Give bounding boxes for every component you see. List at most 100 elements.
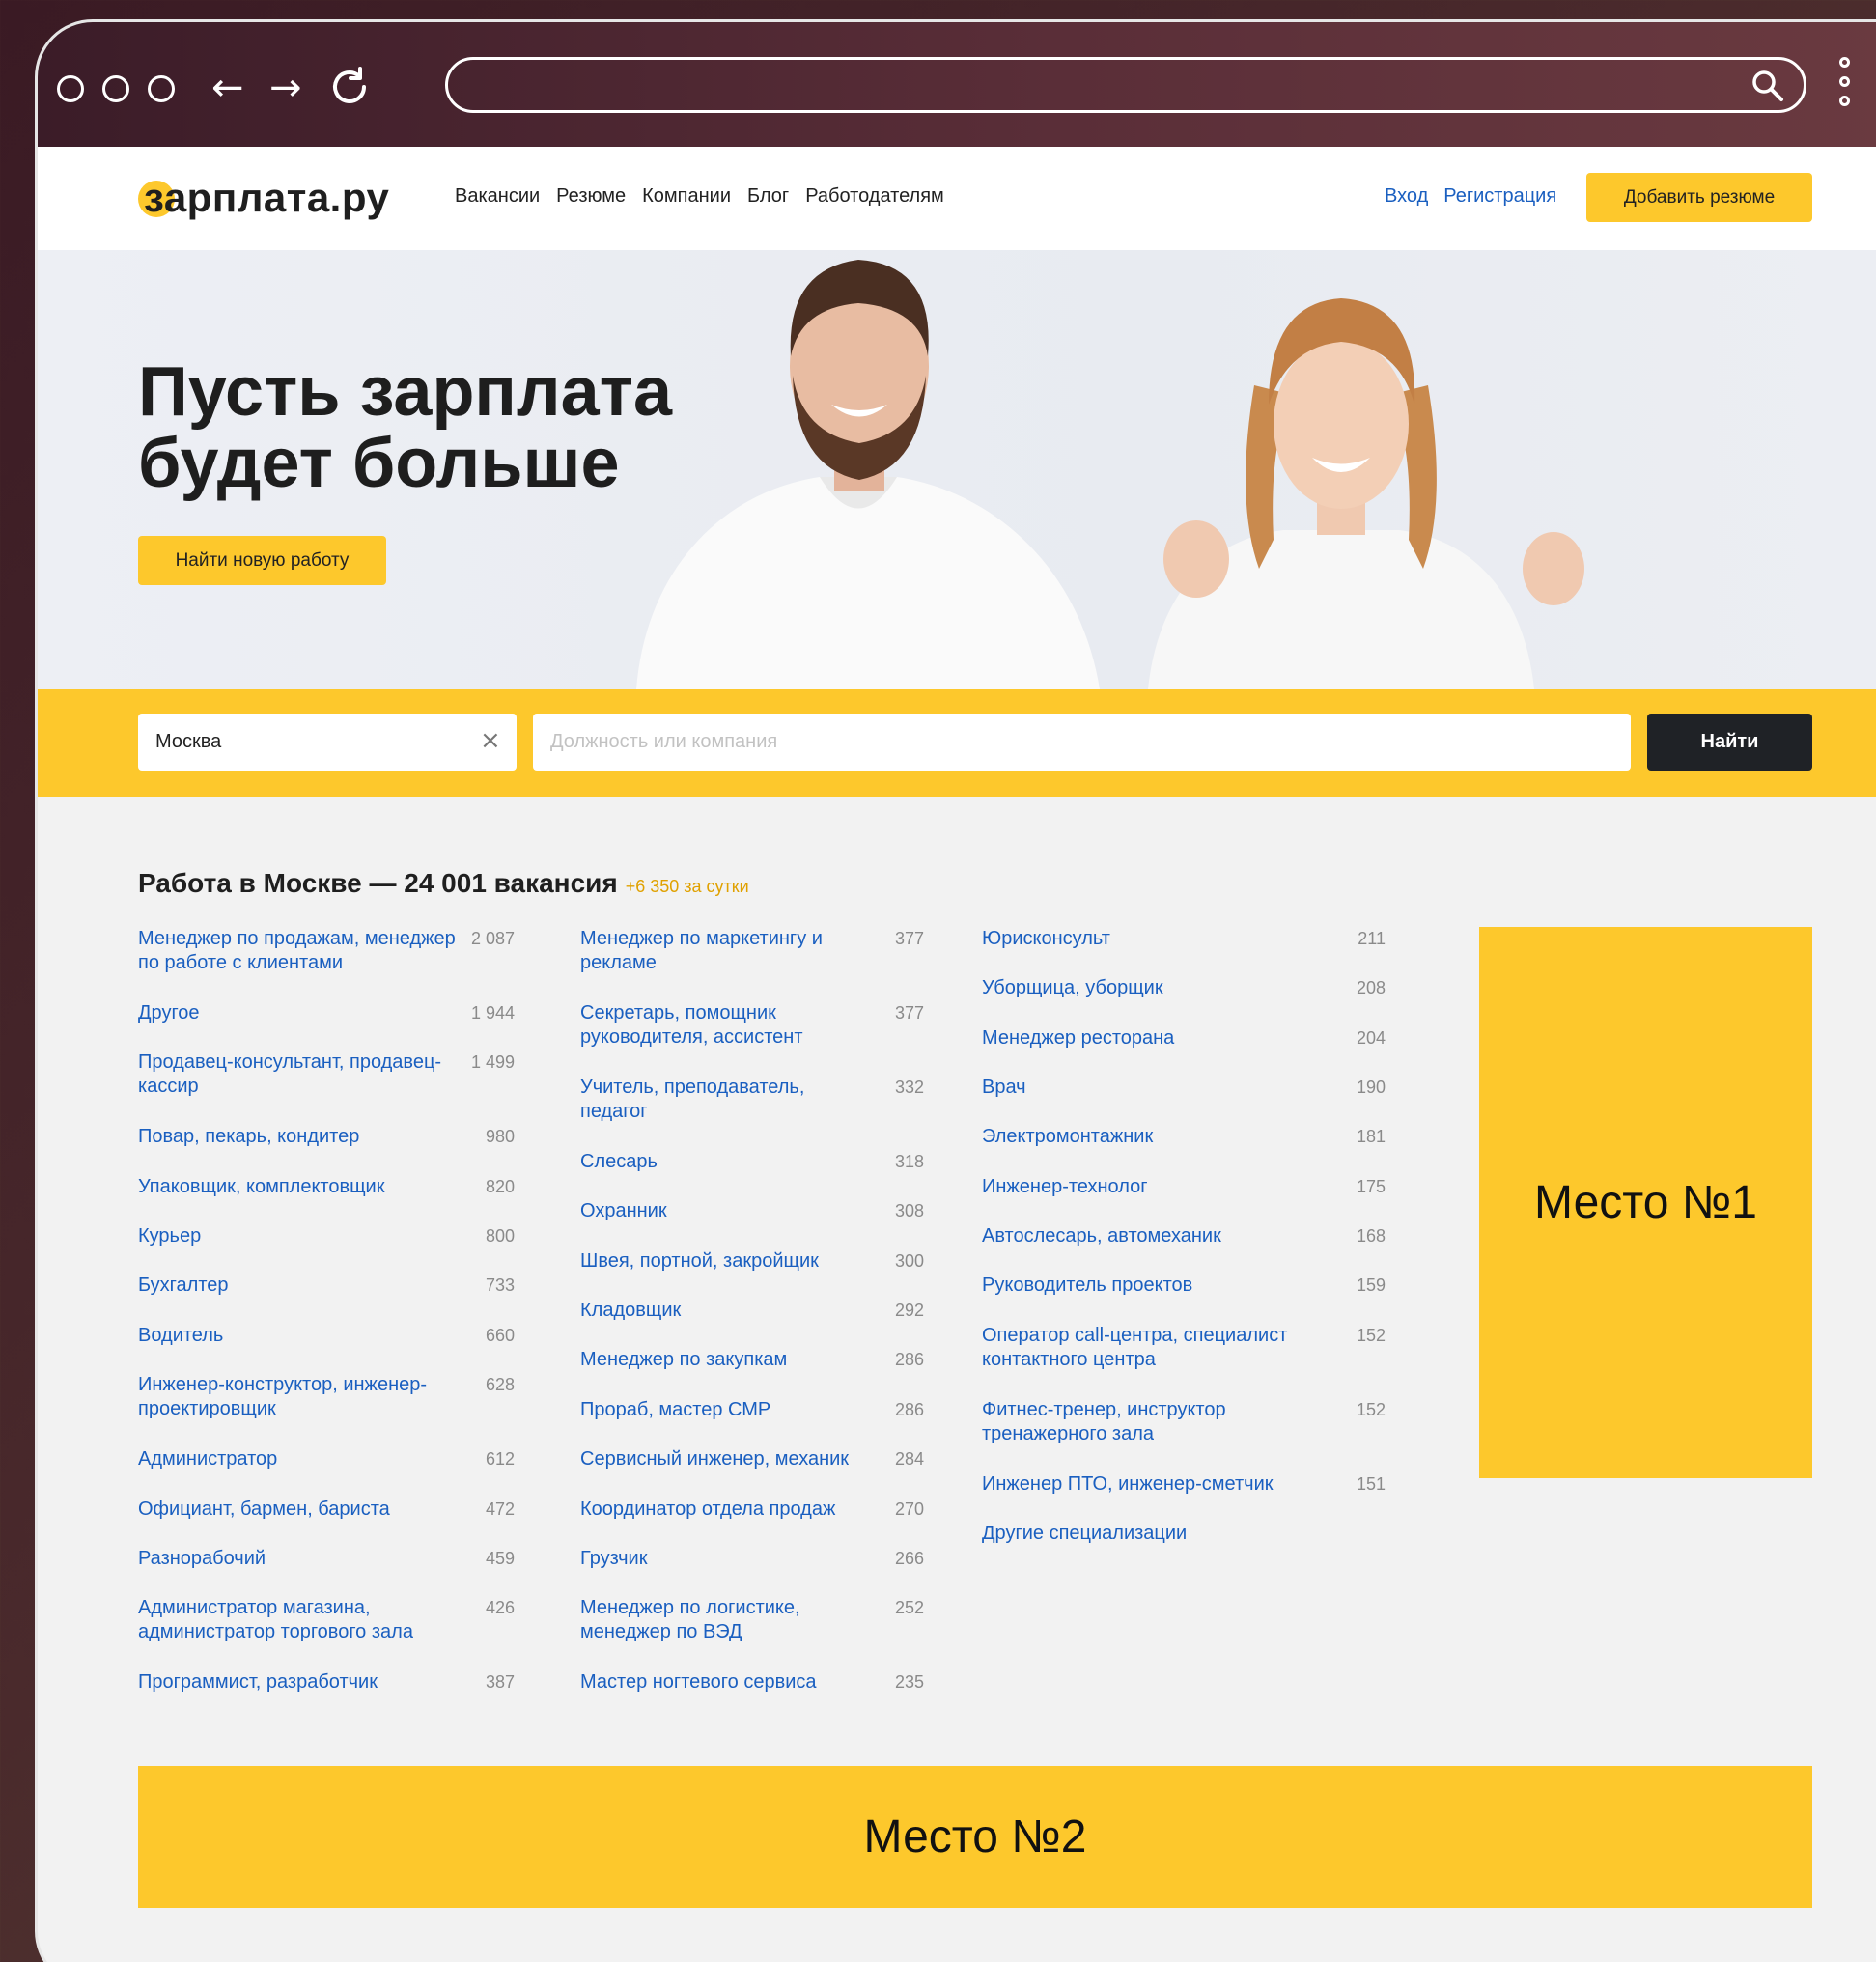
job-category-link[interactable]: Курьер: [138, 1224, 457, 1248]
list-item[interactable]: Юрисконсульт 211: [982, 927, 1386, 951]
list-item[interactable]: Продавец-консультант, продавец-кассир 1 4…: [138, 1051, 515, 1099]
list-item[interactable]: Курьер 800: [138, 1224, 515, 1248]
job-category-link[interactable]: Руководитель проектов: [982, 1274, 1320, 1298]
browser-menu-icon[interactable]: [1839, 57, 1850, 115]
window-close-button[interactable]: [57, 75, 84, 102]
list-item[interactable]: Другие специализации: [982, 1522, 1386, 1546]
job-category-link[interactable]: Охранник: [580, 1199, 870, 1223]
job-category-link[interactable]: Программист, разработчик: [138, 1670, 457, 1695]
job-category-link[interactable]: Грузчик: [580, 1547, 870, 1571]
window-minimize-button[interactable]: [102, 75, 129, 102]
back-arrow-icon[interactable]: ←: [211, 67, 244, 109]
list-item[interactable]: Секретарь, помощник руководителя, ассист…: [580, 1001, 924, 1050]
list-item[interactable]: Разнорабочий 459: [138, 1547, 515, 1571]
job-category-link[interactable]: Прораб, мастер СМР: [580, 1398, 870, 1422]
job-category-link[interactable]: Кладовщик: [580, 1299, 870, 1323]
job-category-link[interactable]: Менеджер по продажам, менеджер по работе…: [138, 927, 457, 975]
other-specializations-link[interactable]: Другие специализации: [982, 1522, 1320, 1546]
list-item[interactable]: Слесарь 318: [580, 1150, 924, 1174]
list-item[interactable]: Сервисный инженер, механик 284: [580, 1447, 924, 1472]
job-category-link[interactable]: Юрисконсульт: [982, 927, 1320, 951]
job-category-link[interactable]: Инженер-конструктор, инженер-проектировщ…: [138, 1373, 457, 1421]
list-item[interactable]: Кладовщик 292: [580, 1299, 924, 1323]
list-item[interactable]: Повар, пекарь, кондитер 980: [138, 1125, 515, 1149]
list-item[interactable]: Прораб, мастер СМР 286: [580, 1398, 924, 1422]
search-icon[interactable]: [1751, 70, 1784, 107]
window-maximize-button[interactable]: [148, 75, 175, 102]
list-item[interactable]: Охранник 308: [580, 1199, 924, 1223]
job-category-link[interactable]: Официант, бармен, бариста: [138, 1498, 457, 1522]
list-item[interactable]: Официант, бармен, бариста 472: [138, 1498, 515, 1522]
job-category-link[interactable]: Продавец-консультант, продавец-кассир: [138, 1051, 457, 1099]
job-category-link[interactable]: Оператор call-центра, специалист контакт…: [982, 1324, 1320, 1372]
position-search-input[interactable]: [533, 714, 1631, 771]
job-category-link[interactable]: Автослесарь, автомеханик: [982, 1224, 1320, 1248]
list-item[interactable]: Фитнес-тренер, инструктор тренажерного з…: [982, 1398, 1386, 1446]
job-category-link[interactable]: Водитель: [138, 1324, 457, 1348]
list-item[interactable]: Программист, разработчик 387: [138, 1670, 515, 1695]
job-category-link[interactable]: Упаковщик, комплектовщик: [138, 1175, 457, 1199]
job-category-link[interactable]: Менеджер по закупкам: [580, 1348, 870, 1372]
job-category-link[interactable]: Электромонтажник: [982, 1125, 1320, 1149]
nav-vacancies[interactable]: Вакансии: [455, 185, 540, 208]
job-category-link[interactable]: Другое: [138, 1001, 457, 1025]
list-item[interactable]: Автослесарь, автомеханик 168: [982, 1224, 1386, 1248]
list-item[interactable]: Инженер-конструктор, инженер-проектировщ…: [138, 1373, 515, 1421]
job-category-link[interactable]: Мастер ногтевого сервиса: [580, 1670, 870, 1695]
search-submit-button[interactable]: Найти: [1647, 714, 1812, 771]
job-category-link[interactable]: Бухгалтер: [138, 1274, 457, 1298]
list-item[interactable]: Упаковщик, комплектовщик 820: [138, 1175, 515, 1199]
job-category-link[interactable]: Администратор: [138, 1447, 457, 1472]
job-category-link[interactable]: Врач: [982, 1076, 1320, 1100]
list-item[interactable]: Оператор call-центра, специалист контакт…: [982, 1324, 1386, 1372]
list-item[interactable]: Инженер-технолог 175: [982, 1175, 1386, 1199]
list-item[interactable]: Швея, портной, закройщик 300: [580, 1249, 924, 1274]
job-category-link[interactable]: Менеджер по логистике, менеджер по ВЭД: [580, 1596, 870, 1644]
job-category-link[interactable]: Слесарь: [580, 1150, 870, 1174]
ad-slot-1[interactable]: Место №1: [1479, 927, 1812, 1478]
job-category-link[interactable]: Швея, портной, закройщик: [580, 1249, 870, 1274]
job-category-link[interactable]: Координатор отдела продаж: [580, 1498, 870, 1522]
list-item[interactable]: Координатор отдела продаж 270: [580, 1498, 924, 1522]
ad-slot-2[interactable]: Место №2: [138, 1766, 1812, 1908]
list-item[interactable]: Водитель 660: [138, 1324, 515, 1348]
job-category-link[interactable]: Инженер ПТО, инженер-сметчик: [982, 1472, 1320, 1497]
list-item[interactable]: Бухгалтер 733: [138, 1274, 515, 1298]
register-link[interactable]: Регистрация: [1443, 185, 1556, 208]
nav-blog[interactable]: Блог: [747, 185, 789, 208]
list-item[interactable]: Менеджер по продажам, менеджер по работе…: [138, 927, 515, 975]
list-item[interactable]: Электромонтажник 181: [982, 1125, 1386, 1149]
nav-resumes[interactable]: Резюме: [556, 185, 626, 208]
list-item[interactable]: Руководитель проектов 159: [982, 1274, 1386, 1298]
list-item[interactable]: Менеджер по закупкам 286: [580, 1348, 924, 1372]
list-item[interactable]: Учитель, преподаватель, педагог 332: [580, 1076, 924, 1124]
job-category-link[interactable]: Инженер-технолог: [982, 1175, 1320, 1199]
add-resume-button[interactable]: Добавить резюме: [1586, 173, 1812, 222]
job-category-link[interactable]: Фитнес-тренер, инструктор тренажерного з…: [982, 1398, 1320, 1446]
find-job-button[interactable]: Найти новую работу: [138, 536, 386, 585]
list-item[interactable]: Администратор 612: [138, 1447, 515, 1472]
job-category-link[interactable]: Администратор магазина, администратор то…: [138, 1596, 457, 1644]
reload-icon[interactable]: [327, 65, 372, 118]
list-item[interactable]: Грузчик 266: [580, 1547, 924, 1571]
list-item[interactable]: Менеджер по логистике, менеджер по ВЭД 25…: [580, 1596, 924, 1644]
job-category-link[interactable]: Разнорабочий: [138, 1547, 457, 1571]
job-category-link[interactable]: Секретарь, помощник руководителя, ассист…: [580, 1001, 870, 1050]
list-item[interactable]: Уборщица, уборщик 208: [982, 976, 1386, 1000]
clear-city-icon[interactable]: ×: [480, 726, 501, 755]
list-item[interactable]: Другое 1 944: [138, 1001, 515, 1025]
job-category-link[interactable]: Менеджер ресторана: [982, 1026, 1320, 1051]
list-item[interactable]: Администратор магазина, администратор то…: [138, 1596, 515, 1644]
job-category-link[interactable]: Сервисный инженер, механик: [580, 1447, 870, 1472]
job-category-link[interactable]: Уборщица, уборщик: [982, 976, 1320, 1000]
list-item[interactable]: Инженер ПТО, инженер-сметчик 151: [982, 1472, 1386, 1497]
job-category-link[interactable]: Учитель, преподаватель, педагог: [580, 1076, 870, 1124]
login-link[interactable]: Вход: [1385, 185, 1428, 208]
city-input[interactable]: [138, 714, 517, 771]
list-item[interactable]: Менеджер по маркетингу и рекламе 377: [580, 927, 924, 975]
forward-arrow-icon[interactable]: →: [269, 67, 302, 109]
site-logo[interactable]: зарплата.ру: [138, 174, 389, 222]
nav-companies[interactable]: Компании: [642, 185, 731, 208]
nav-employers[interactable]: Работодателям: [805, 185, 944, 208]
address-bar[interactable]: [445, 57, 1806, 113]
